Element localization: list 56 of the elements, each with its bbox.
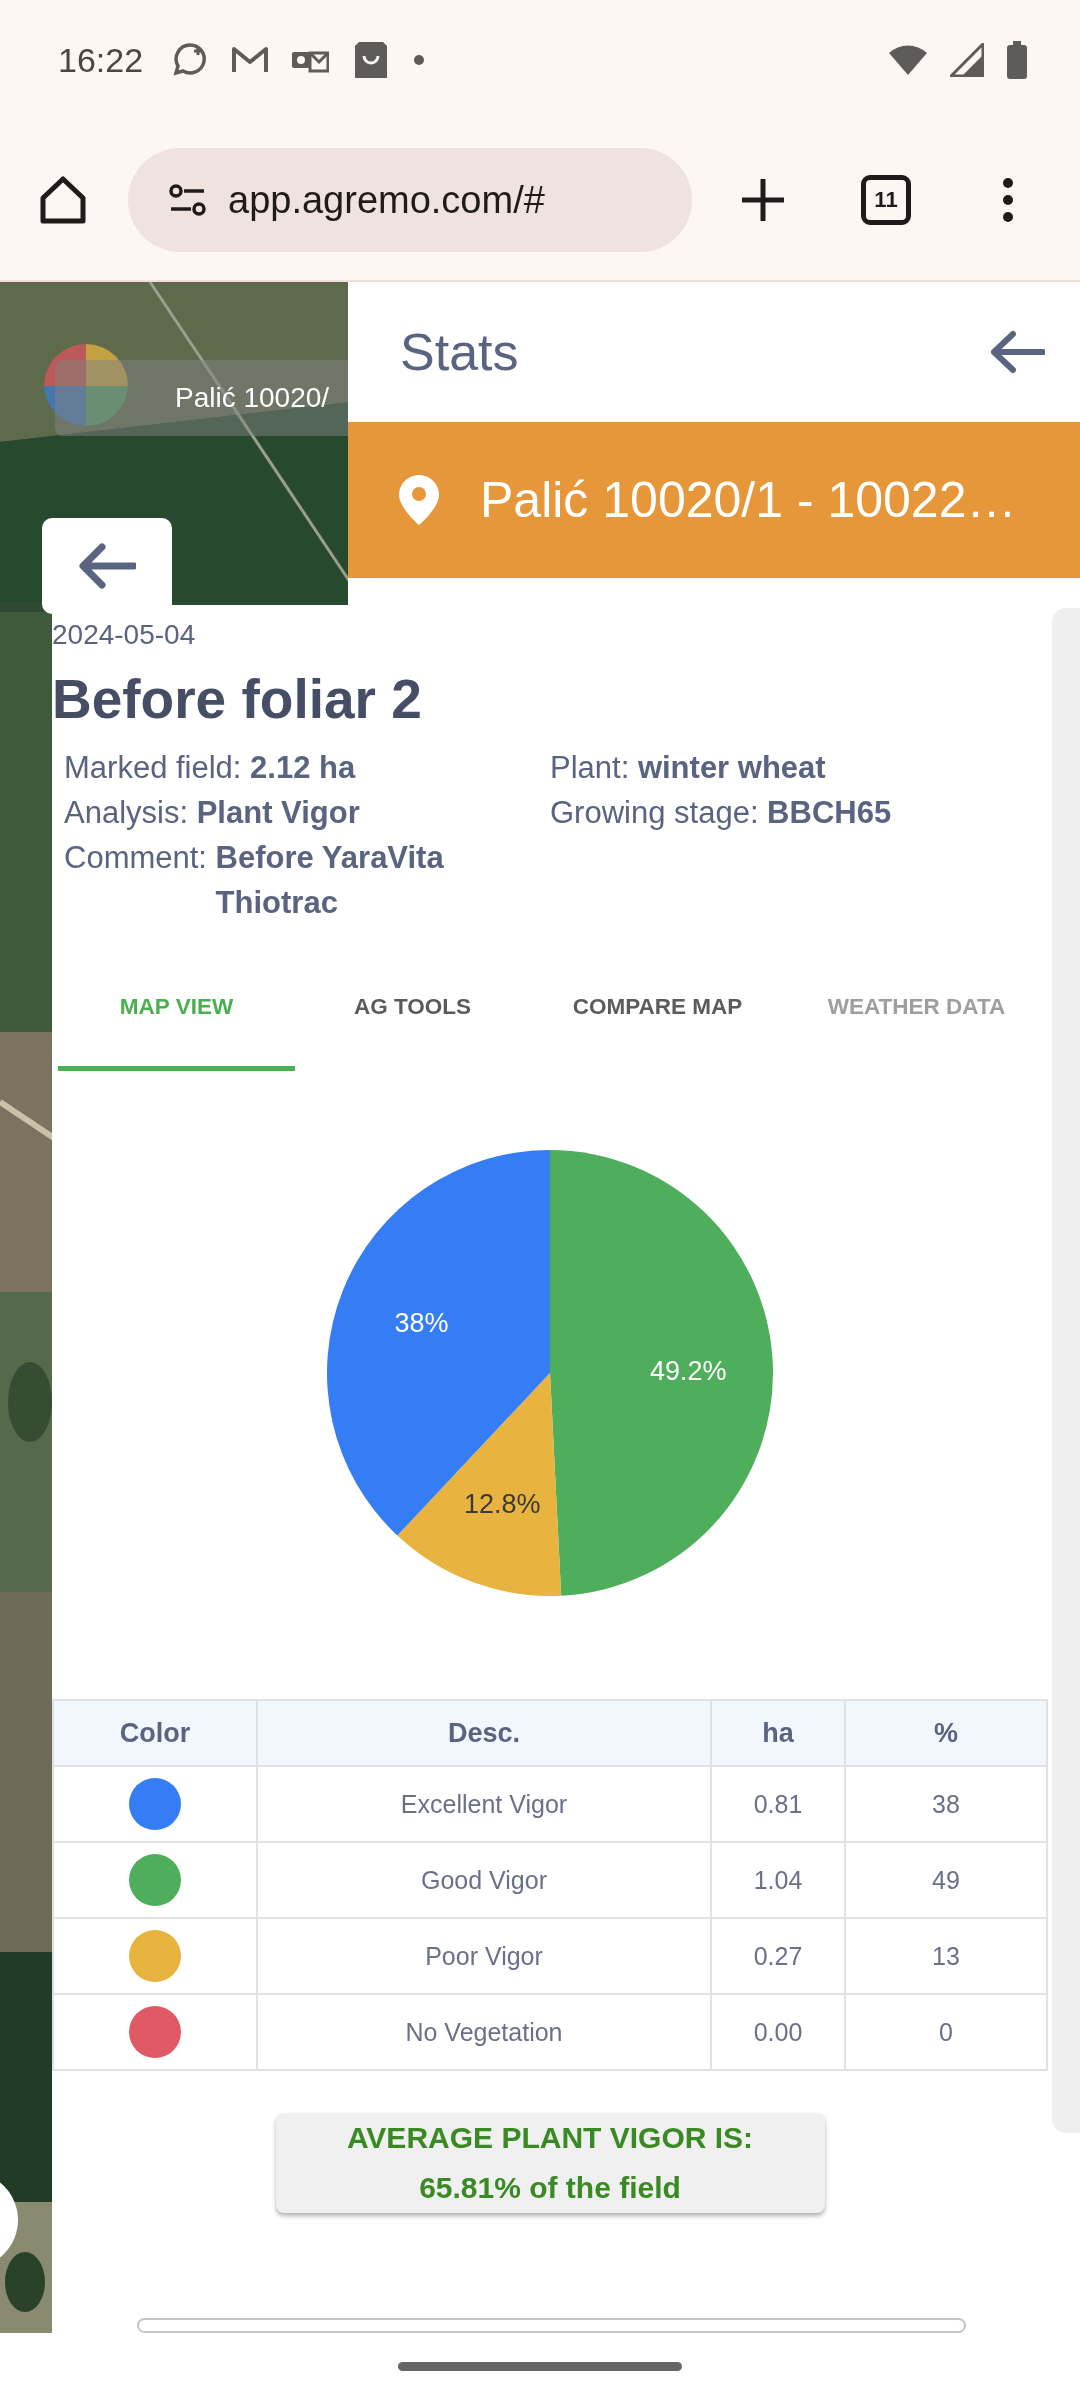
table-cell: 13 — [845, 1918, 1047, 1994]
table-cell: 0.27 — [711, 1918, 845, 1994]
slice-label: 12.8% — [464, 1488, 541, 1519]
table-cell: Good Vigor — [257, 1842, 711, 1918]
home-handle[interactable] — [398, 2362, 682, 2371]
column-header: Color — [53, 1700, 257, 1766]
tab[interactable]: AG TOOLS — [295, 947, 530, 1071]
battery-icon — [1006, 41, 1028, 79]
table-cell: 49 — [845, 1842, 1047, 1918]
detail-label: Growing stage: — [550, 794, 760, 832]
tab[interactable]: COMPARE MAP — [530, 947, 785, 1071]
dot-icon — [413, 54, 426, 66]
new-tab-icon[interactable] — [740, 177, 786, 223]
table-cell: 38 — [845, 1766, 1047, 1842]
back-arrow-icon[interactable] — [989, 330, 1045, 374]
wifi-icon — [888, 44, 928, 76]
table-cell: 0 — [845, 1994, 1047, 2070]
back-arrow-icon — [78, 543, 136, 589]
detail-value: 2.12 ha — [250, 749, 356, 787]
location-pin-icon — [398, 474, 440, 526]
location-bar: Palić 10020/1 - 10022… — [348, 422, 1080, 578]
home-icon[interactable] — [38, 176, 88, 224]
column-header: Desc. — [257, 1700, 711, 1766]
analysis-title: Before foliar 2 — [52, 667, 423, 731]
mail-icon — [231, 45, 270, 75]
signal-icon — [950, 43, 984, 77]
summary-value: 65.81% of the field — [419, 2170, 681, 2206]
tab-count-button[interactable]: 11 — [861, 175, 911, 225]
slice-label: 49.2% — [649, 1355, 727, 1386]
detail-label: Plant: — [550, 749, 631, 787]
site-settings-icon[interactable] — [168, 183, 208, 217]
table-cell: Excellent Vigor — [257, 1766, 711, 1842]
status-time: 16:22 — [58, 40, 144, 80]
table-cell: Poor Vigor — [257, 1918, 711, 1994]
column-header: ha — [711, 1700, 845, 1766]
detail-label: Marked field: — [64, 749, 243, 787]
panel-title: Stats — [400, 322, 519, 382]
detail-value: BBCH65 — [767, 794, 892, 832]
summary-heading: AVERAGE PLANT VIGOR IS: — [346, 2120, 754, 2156]
field-label: Palić 10020/ — [55, 360, 348, 436]
menu-icon[interactable] — [1001, 177, 1015, 223]
analysis-date: 2024-05-04 — [52, 618, 197, 652]
logo-icon — [42, 342, 130, 428]
table-cell: No Vegetation — [257, 1994, 711, 2070]
slice-label: 38% — [394, 1308, 449, 1339]
table-cell: 0.81 — [711, 1766, 845, 1842]
column-header: % — [845, 1700, 1047, 1766]
detail-label: Comment: — [64, 839, 208, 877]
back-button[interactable] — [42, 518, 172, 614]
table-cell: 0.00 — [711, 1994, 845, 2070]
table-cell: 1.04 — [711, 1842, 845, 1918]
detail-value: Plant Vigor — [196, 794, 360, 832]
detail-label: Analysis: — [64, 794, 190, 832]
detail-value: Before YaraVita Thiotrac — [215, 839, 445, 922]
detail-value: winter wheat — [637, 749, 826, 787]
address-bar[interactable]: app.agremo.com/# — [128, 148, 692, 252]
